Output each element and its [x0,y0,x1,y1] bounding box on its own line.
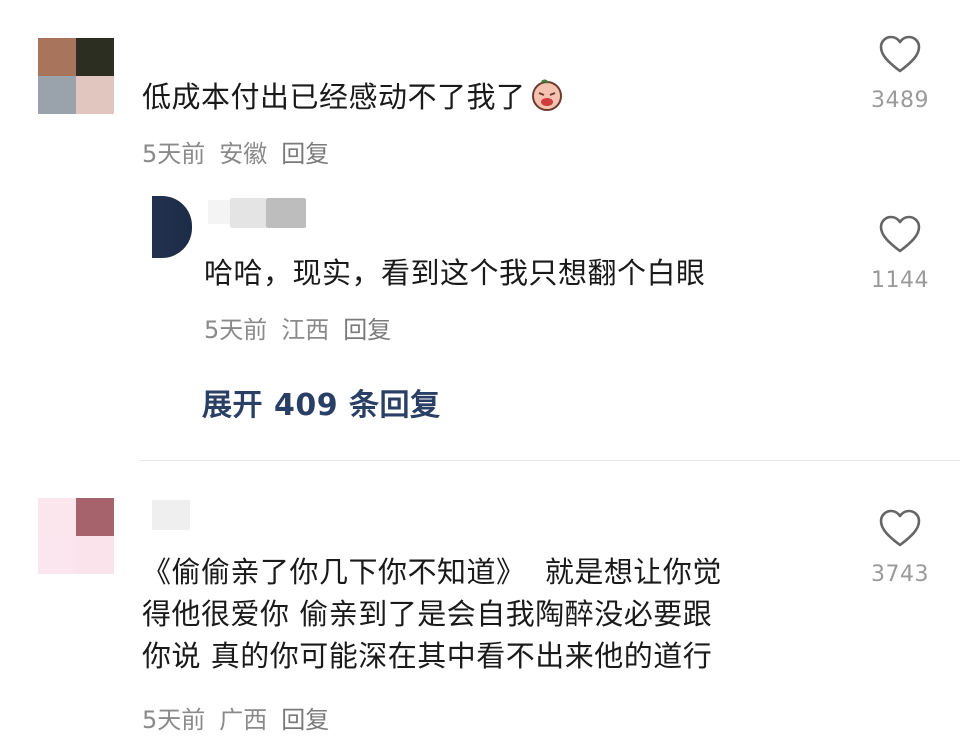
avatar-pixel [38,498,76,536]
reply-meta: 5天前 江西 回复 [204,310,391,345]
like-button[interactable]: 1144 [860,214,940,293]
avatar-pixel [76,498,114,536]
like-count: 3489 [871,88,929,113]
heart-outline-icon [879,35,921,73]
avatar-pixel [76,536,114,574]
reply-text[interactable]: 哈哈，现实，看到这个我只想翻个白眼 [204,252,706,294]
divider [140,460,960,461]
crying-face-emoji-icon [531,79,562,111]
like-count: 1144 [871,268,929,293]
heart-outline-icon [879,509,921,547]
username-blurred [266,198,306,228]
reply-location: 江西 [281,316,330,344]
avatar-pixel [76,38,114,76]
like-button[interactable]: 3743 [860,508,940,587]
comment-line: 你说 真的你可能深在其中看不出来他的道行 [142,639,713,673]
avatar-pixel [76,76,114,114]
reply-button[interactable]: 回复 [281,700,329,735]
avatar-pixel [38,38,76,76]
comment-meta: 5天前 安徽 回复 [142,134,329,169]
username-blurred [230,198,266,228]
comment-time: 5天前 [142,706,206,734]
reply-button[interactable]: 回复 [281,134,329,169]
comment-line: 《偷偷亲了你几下你不知道》 就是想让你觉 [142,555,722,589]
avatar-image [152,196,192,258]
username-blurred [208,200,230,224]
comment-text: 低成本付出已经感动不了我了 [142,80,526,114]
comment-location: 广西 [219,706,268,734]
heart-outline-icon [879,215,921,253]
commenter-avatar[interactable] [38,38,114,114]
comment-line: 得他很爱你 偷亲到了是会自我陶醉没必要跟 [142,597,713,631]
comment-meta: 5天前 广西 回复 [142,700,329,735]
comment-location: 安徽 [219,140,268,168]
avatar-pixel [38,536,76,574]
username-blurred [152,500,190,530]
like-button[interactable]: 3489 [860,34,940,113]
reply-avatar[interactable] [152,196,192,258]
like-count: 3743 [871,562,929,587]
commenter-avatar[interactable] [38,498,114,574]
comment-body[interactable]: 低成本付出已经感动不了我了 [142,76,564,118]
avatar-pixel [38,76,76,114]
comment-time: 5天前 [142,140,206,168]
expand-replies-button[interactable]: 展开 409 条回复 [202,380,441,424]
reply-button[interactable]: 回复 [343,310,391,345]
reply-time: 5天前 [204,316,268,344]
comment-body[interactable]: 《偷偷亲了你几下你不知道》 就是想让你觉 得他很爱你 偷亲到了是会自我陶醉没必要… [142,551,842,677]
